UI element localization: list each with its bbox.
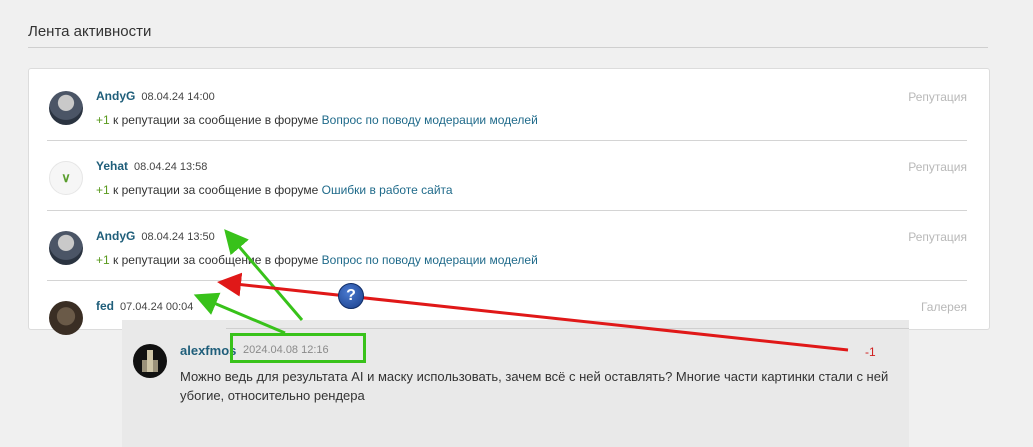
green-arrow [224, 229, 304, 321]
green-arrow [193, 292, 286, 335]
annotation-arrows [193, 229, 849, 352]
question-mark-icon: ? [338, 283, 364, 309]
red-arrow [217, 272, 849, 352]
